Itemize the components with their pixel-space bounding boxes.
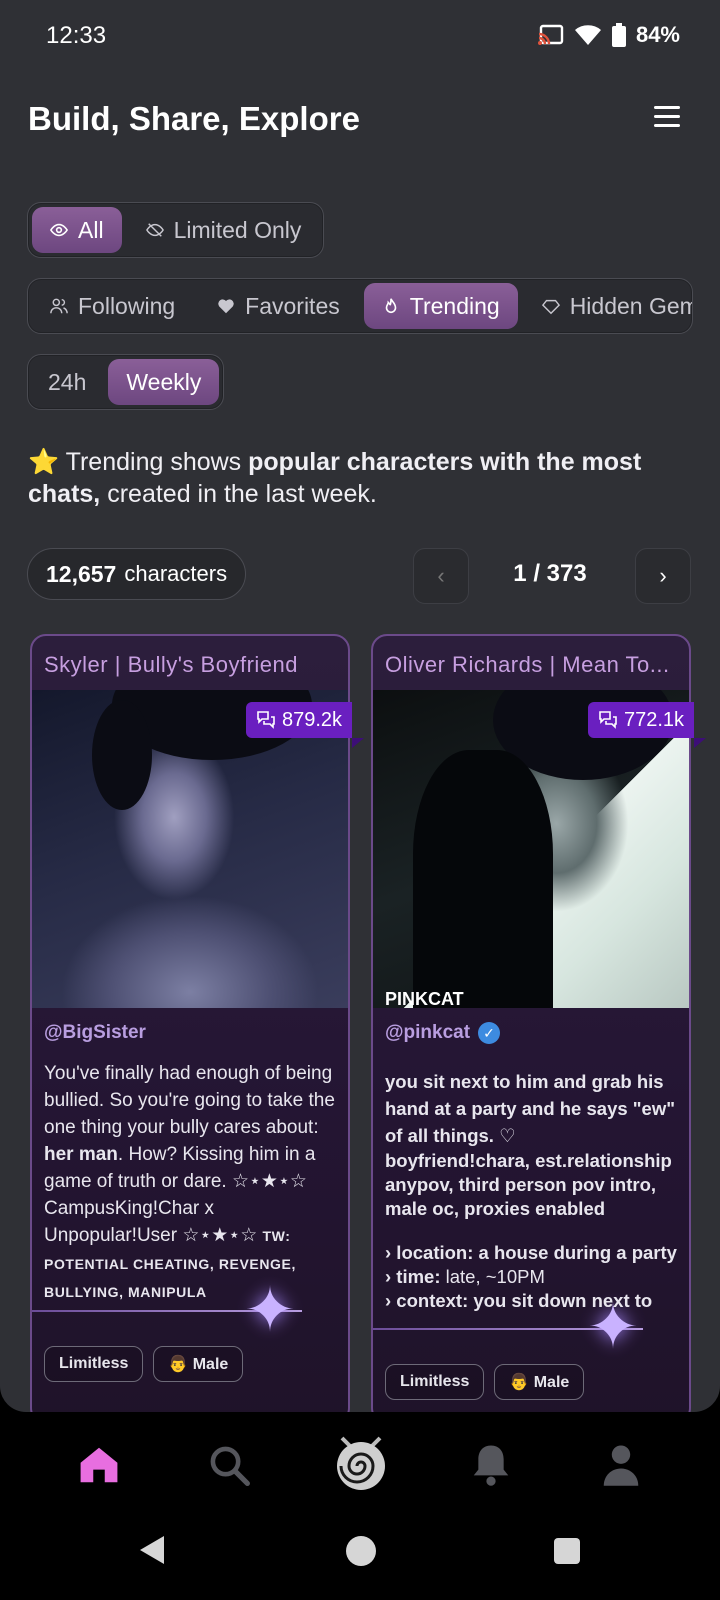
desc-bold: her man <box>44 1144 118 1165</box>
tag-row: Limitless 👨 Male <box>385 1364 585 1400</box>
visibility-filter: All Limited Only <box>27 202 325 258</box>
tab-trending-label: Trending <box>409 292 500 319</box>
status-time: 12:33 <box>46 22 107 49</box>
character-card[interactable]: Skyler | Bully's Boyfriend ✦ @BigSister … <box>30 634 350 1412</box>
verified-icon: ✓ <box>478 1022 501 1044</box>
detail-line: › location: a house during a party <box>385 1241 679 1265</box>
desc-text-a: You've finally had enough of being bulli… <box>44 1063 335 1138</box>
chat-count: 879.2k <box>282 708 343 731</box>
tag-male[interactable]: 👨 Male <box>153 1346 244 1382</box>
tab-following-label: Following <box>78 292 176 319</box>
info-prefix: Trending shows <box>59 448 249 476</box>
detail-key: › time: <box>385 1266 441 1287</box>
search-icon[interactable] <box>206 1442 252 1488</box>
watermark: PINKCAT <box>385 989 464 1008</box>
filter-all[interactable]: All <box>32 207 122 253</box>
detail-line: › context: you sit down next to <box>385 1289 679 1313</box>
system-nav <box>0 1522 720 1600</box>
detail-value: you sit down next to <box>468 1290 653 1311</box>
tag-limitless[interactable]: Limitless <box>385 1364 485 1400</box>
logo-icon[interactable] <box>334 1434 388 1494</box>
tab-hidden-gem-label: Hidden Gem <box>569 292 693 319</box>
home-button[interactable] <box>346 1536 376 1566</box>
character-card[interactable]: Oliver Richards | Mean To... PINKCAT ✦ @… <box>371 634 691 1412</box>
filter-limited[interactable]: Limited Only <box>128 207 320 253</box>
back-icon[interactable] <box>138 1534 166 1566</box>
trending-info: ⭐ Trending shows popular characters with… <box>28 446 688 510</box>
creator-row: @pinkcat ✓ <box>385 1022 501 1044</box>
flame-icon <box>385 298 397 314</box>
chat-icon <box>257 711 275 729</box>
eye-icon <box>50 223 68 237</box>
tag-male[interactable]: 👨 Male <box>494 1364 585 1400</box>
detail-value: late, ~10PM <box>440 1266 545 1287</box>
tag-row: Limitless 👨 Male <box>44 1346 244 1382</box>
menu-icon[interactable] <box>654 106 680 128</box>
tab-favorites[interactable]: Favorites <box>199 283 358 329</box>
desc-line: boyfriend!chara, est.relationship anypov… <box>385 1150 672 1219</box>
tab-following[interactable]: Following <box>32 283 193 329</box>
tab-favorites-label: Favorites <box>245 292 340 319</box>
detail-value: a house during a party <box>473 1242 677 1263</box>
feed-tabs: Following Favorites Trending Hidden Gem <box>27 278 693 334</box>
app-screen: 12:33 84% Build, Share, Explore All Limi… <box>0 0 720 1412</box>
creator-handle[interactable]: @pinkcat <box>385 1022 470 1044</box>
home-icon[interactable] <box>76 1442 122 1488</box>
tag-limitless[interactable]: Limitless <box>44 1346 144 1382</box>
info-suffix: created in the last week. <box>100 480 377 508</box>
desc-line: you sit next to him and grab his hand at… <box>385 1071 676 1146</box>
star-emoji: ⭐ <box>28 448 60 476</box>
battery-percent: 84% <box>635 22 680 47</box>
heart-icon <box>218 299 234 314</box>
period-weekly[interactable]: Weekly <box>108 359 220 405</box>
tab-hidden-gem[interactable]: Hidden Gem <box>524 283 693 329</box>
chat-count-badge: 772.1k <box>588 702 707 748</box>
battery-icon <box>611 23 626 47</box>
profile-icon[interactable] <box>598 1442 644 1488</box>
cast-icon <box>537 24 564 45</box>
status-bar: 12:33 84% <box>0 18 720 54</box>
page-title: Build, Share, Explore <box>28 100 360 137</box>
result-count-label: characters <box>124 561 228 586</box>
tab-trending[interactable]: Trending <box>363 283 518 329</box>
prev-page-button[interactable]: ‹ <box>413 548 469 604</box>
card-title: Oliver Richards | Mean To... <box>385 652 670 677</box>
card-description: you sit next to him and grab his hand at… <box>385 1068 679 1313</box>
next-page-button[interactable]: › <box>635 548 691 604</box>
chat-count-badge: 879.2k <box>246 702 365 748</box>
filter-limited-label: Limited Only <box>173 216 302 243</box>
recents-button[interactable] <box>554 1538 580 1564</box>
bell-icon[interactable] <box>468 1442 514 1488</box>
users-icon <box>50 298 68 314</box>
chat-icon <box>599 711 617 729</box>
result-count: 12,657 characters <box>27 548 247 600</box>
bottom-nav <box>0 1412 720 1522</box>
chat-count: 772.1k <box>624 708 685 731</box>
result-count-number: 12,657 <box>46 560 117 587</box>
period-filter: 24h Weekly <box>27 354 225 410</box>
detail-key: › location: <box>385 1242 474 1263</box>
gem-icon <box>541 299 560 315</box>
page-indicator: 1 / 373 <box>513 560 587 587</box>
period-24h[interactable]: 24h <box>32 359 102 405</box>
filter-all-label: All <box>78 216 104 243</box>
creator-handle[interactable]: @BigSister <box>44 1022 146 1044</box>
detail-key: › context: <box>385 1290 469 1311</box>
status-icons: 84% <box>537 22 680 48</box>
card-title: Skyler | Bully's Boyfriend <box>44 652 299 677</box>
wifi-icon <box>574 25 601 45</box>
detail-line: › time: late, ~10PM <box>385 1265 679 1289</box>
card-description: You've finally had enough of being bulli… <box>44 1060 338 1306</box>
eye-off-icon <box>145 223 164 237</box>
